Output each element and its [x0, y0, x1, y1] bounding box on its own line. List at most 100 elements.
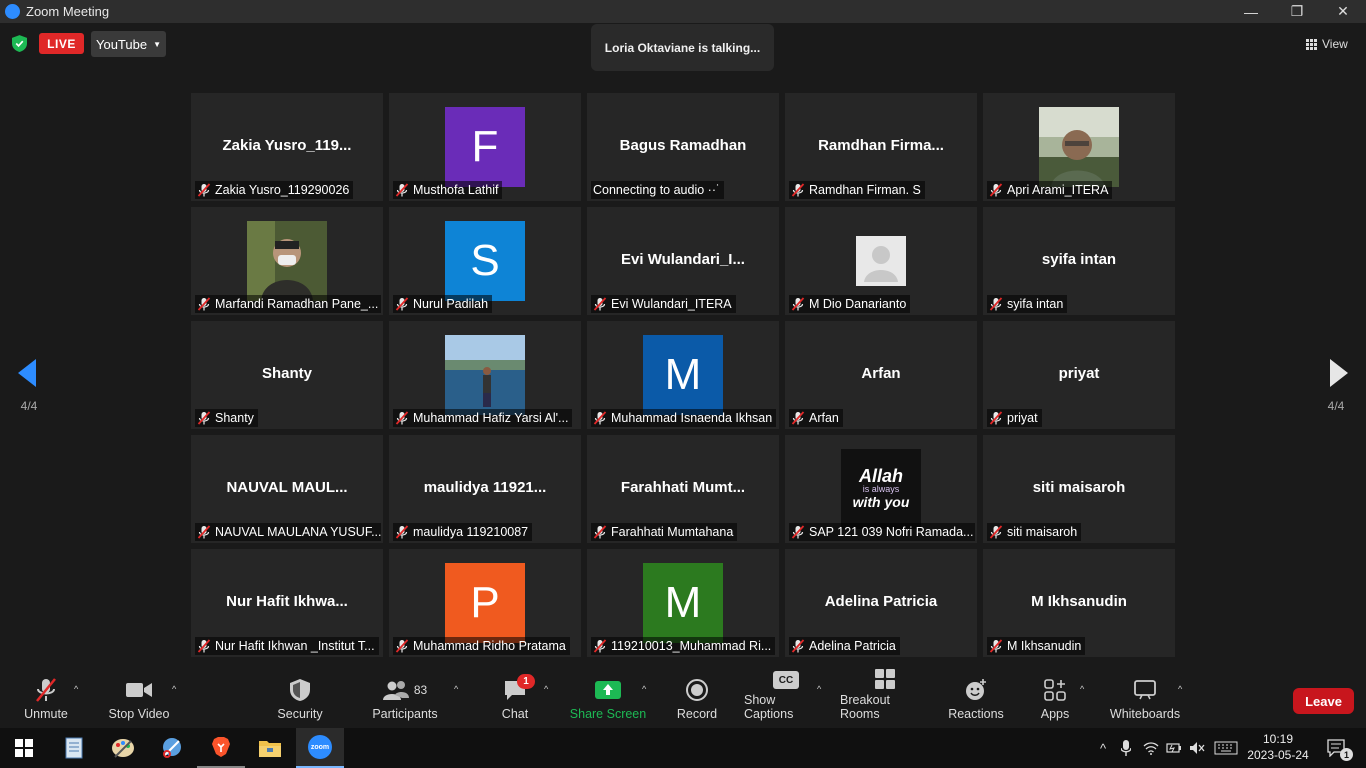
record-label: Record: [676, 707, 718, 721]
participant-name: Ramdhan Firman. S: [809, 183, 921, 197]
participant-tile[interactable]: M 119210013_Muhammad Ri...: [587, 549, 779, 657]
muted-mic-icon: [593, 639, 607, 653]
restore-icon[interactable]: ❐: [1274, 0, 1320, 23]
whiteboards-options-caret-icon[interactable]: ^: [1178, 684, 1182, 694]
reactions-button[interactable]: Reactions: [945, 670, 1007, 728]
video-camera-icon: [126, 683, 152, 697]
participant-tile[interactable]: priyat priyat: [983, 321, 1175, 429]
stop-video-button[interactable]: Stop Video: [104, 670, 174, 728]
notepad-app-icon[interactable]: [50, 728, 98, 768]
brave-browser-icon[interactable]: [197, 728, 245, 768]
captions-options-caret-icon[interactable]: ^: [817, 684, 821, 694]
system-clock[interactable]: 10:19 2023-05-24: [1242, 731, 1314, 763]
muted-mic-icon: [791, 639, 805, 653]
participant-tile[interactable]: Evi Wulandari_I... Evi Wulandari_ITERA: [587, 207, 779, 315]
participants-button[interactable]: 83 Participants: [370, 670, 440, 728]
snipping-tool-icon[interactable]: [148, 728, 196, 768]
window-title: Zoom Meeting: [26, 4, 110, 19]
tray-chevron-up-icon[interactable]: ^: [1094, 728, 1112, 768]
participant-name-bar: Muhammad Isnaenda Ikhsan: [591, 409, 777, 427]
apps-button[interactable]: Apps: [1035, 670, 1075, 728]
muted-mic-icon: [395, 411, 409, 425]
participant-tile[interactable]: M Ikhsanudin M Ikhsanudin: [983, 549, 1175, 657]
unmute-label: Unmute: [24, 707, 68, 721]
participant-tile[interactable]: Adelina Patricia Adelina Patricia: [785, 549, 977, 657]
tray-wifi-icon[interactable]: [1142, 728, 1160, 768]
participant-tile[interactable]: Bagus Ramadhan Connecting to audio ··˙: [587, 93, 779, 201]
muted-mic-icon: [791, 183, 805, 197]
show-captions-label: Show Captions: [744, 693, 794, 721]
tray-battery-icon[interactable]: [1165, 728, 1183, 768]
tray-volume-muted-icon[interactable]: [1188, 728, 1206, 768]
whiteboards-button[interactable]: Whiteboards: [1108, 670, 1182, 728]
participant-tile[interactable]: Shanty Shanty: [191, 321, 383, 429]
muted-mic-icon: [989, 411, 1003, 425]
security-shield-icon[interactable]: [12, 35, 27, 52]
file-explorer-icon[interactable]: [246, 728, 294, 768]
participant-tile[interactable]: Apri Arami_ITERA: [983, 93, 1175, 201]
window-controls: — ❐ ✕: [1228, 0, 1366, 23]
leave-button[interactable]: Leave: [1293, 688, 1354, 714]
participant-tile[interactable]: syifa intan syifa intan: [983, 207, 1175, 315]
participant-tile[interactable]: M Dio Danarianto: [785, 207, 977, 315]
minimize-icon[interactable]: —: [1228, 0, 1274, 23]
chat-options-caret-icon[interactable]: ^: [544, 684, 548, 694]
share-screen-button[interactable]: Share Screen: [568, 670, 648, 728]
stream-dropdown[interactable]: YouTube ▼: [91, 31, 166, 57]
next-page-arrow-icon[interactable]: [1328, 359, 1348, 387]
participant-tile[interactable]: Nur Hafit Ikhwa... Nur Hafit Ikhwan _Inst…: [191, 549, 383, 657]
participant-tile[interactable]: NAUVAL MAUL... NAUVAL MAULANA YUSUF...: [191, 435, 383, 543]
participant-display-name: Ramdhan Firma...: [818, 137, 944, 154]
show-captions-button[interactable]: CC Show Captions: [744, 670, 828, 728]
zoom-taskbar-icon[interactable]: zoom: [296, 728, 344, 768]
share-options-caret-icon[interactable]: ^: [642, 684, 646, 694]
security-label: Security: [277, 707, 323, 721]
photo-text-line: with you: [852, 493, 910, 510]
participant-tile[interactable]: Zakia Yusro_119... Zakia Yusro_119290026: [191, 93, 383, 201]
participant-name: Muhammad Ridho Pratama: [413, 639, 566, 653]
participant-name-bar: M Dio Danarianto: [789, 295, 911, 313]
participant-display-name: NAUVAL MAUL...: [226, 479, 348, 496]
participant-name-bar: Marfandi Ramadhan Pane_...: [195, 295, 381, 313]
participant-tile[interactable]: P Muhammad Ridho Pratama: [389, 549, 581, 657]
live-badge[interactable]: LIVE: [39, 33, 84, 54]
tray-microphone-icon[interactable]: [1118, 728, 1134, 768]
record-button[interactable]: Record: [672, 670, 722, 728]
view-button[interactable]: View: [1306, 33, 1356, 55]
participant-display-name: Nur Hafit Ikhwa...: [226, 593, 348, 610]
tray-keyboard-icon[interactable]: [1212, 728, 1240, 768]
audio-options-caret-icon[interactable]: ^: [74, 684, 78, 694]
participant-tile[interactable]: F Musthofa Lathif: [389, 93, 581, 201]
participant-tile[interactable]: M Muhammad Isnaenda Ikhsan: [587, 321, 779, 429]
muted-mic-icon: [197, 297, 211, 311]
participant-display-name: priyat: [1058, 365, 1100, 382]
previous-page-arrow-icon[interactable]: [18, 359, 38, 387]
chat-button[interactable]: 1 Chat: [495, 670, 535, 728]
participant-tile[interactable]: Ramdhan Firma... Ramdhan Firman. S: [785, 93, 977, 201]
paint-app-icon[interactable]: [99, 728, 147, 768]
security-button[interactable]: Security: [270, 670, 330, 728]
closed-captions-icon: CC: [773, 671, 799, 689]
participant-tile[interactable]: Muhammad Hafiz Yarsi Al'...: [389, 321, 581, 429]
participant-tile[interactable]: maulidya 11921... maulidya 119210087: [389, 435, 581, 543]
notifications-button[interactable]: 1: [1320, 728, 1354, 768]
participant-tile[interactable]: S Nurul Padilah: [389, 207, 581, 315]
muted-mic-icon: [593, 411, 607, 425]
participant-tile[interactable]: Farahhati Mumt... Farahhati Mumtahana: [587, 435, 779, 543]
participants-options-caret-icon[interactable]: ^: [454, 684, 458, 694]
windows-start-icon[interactable]: [0, 728, 48, 768]
participant-name: Nurul Padilah: [413, 297, 489, 311]
video-options-caret-icon[interactable]: ^: [172, 684, 176, 694]
participant-display-name: Zakia Yusro_119...: [222, 137, 352, 154]
participant-display-name: Farahhati Mumt...: [620, 479, 746, 496]
participant-display-name: syifa intan: [1041, 251, 1117, 268]
breakout-rooms-button[interactable]: Breakout Rooms: [840, 669, 930, 728]
unmute-button[interactable]: Unmute: [16, 670, 76, 728]
participant-tile[interactable]: siti maisaroh siti maisaroh: [983, 435, 1175, 543]
close-icon[interactable]: ✕: [1320, 0, 1366, 23]
participant-tile[interactable]: Marfandi Ramadhan Pane_...: [191, 207, 383, 315]
participant-tile[interactable]: Arfan Arfan: [785, 321, 977, 429]
photo-text-line: Allah: [858, 465, 903, 486]
apps-options-caret-icon[interactable]: ^: [1080, 684, 1084, 694]
participant-tile[interactable]: Allah is always with you SAP 121 039 Nofri …: [785, 435, 977, 543]
